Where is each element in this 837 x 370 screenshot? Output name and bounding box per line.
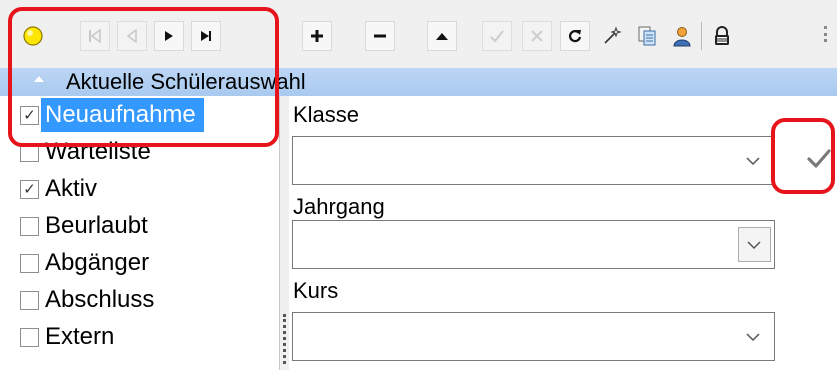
lock-icon (715, 26, 729, 45)
refresh-icon (568, 30, 582, 43)
status-item-extern[interactable]: Extern (20, 320, 122, 354)
chevron-down-icon (747, 241, 761, 250)
jahrgang-label: Jahrgang (293, 194, 385, 219)
last-record-button[interactable] (191, 21, 221, 51)
panel-header[interactable]: Aktuelle Schülerauswahl (0, 68, 837, 96)
status-item-label: Beurlaubt (45, 212, 148, 239)
user-button[interactable] (667, 21, 697, 51)
edit-record-button[interactable] (427, 21, 457, 51)
status-list: ✓ Neuaufnahme Warteliste ✓ Aktiv Beurlau… (0, 96, 280, 370)
kurs-combobox[interactable] (292, 312, 775, 361)
add-record-icon (311, 30, 323, 42)
checkbox[interactable]: ✓ (20, 105, 39, 125)
checkbox[interactable] (20, 253, 39, 273)
checkmark-icon (807, 149, 831, 168)
copy-icon (638, 26, 656, 46)
status-item-aktiv[interactable]: ✓ Aktiv (20, 172, 105, 206)
checkbox[interactable] (20, 327, 39, 347)
first-record-icon (89, 28, 101, 44)
next-record-icon (165, 31, 173, 41)
edit-record-icon (436, 33, 448, 40)
delete-record-icon (374, 34, 386, 38)
previous-record-icon (126, 28, 137, 44)
status-item-abschluss[interactable]: Abschluss (20, 283, 162, 317)
checkbox[interactable]: ✓ (20, 179, 39, 199)
divider (279, 96, 280, 370)
checkbox[interactable] (20, 290, 39, 310)
delete-record-button[interactable] (365, 21, 395, 51)
kurs-label: Kurs (293, 278, 339, 303)
panel-splitter[interactable] (281, 96, 289, 370)
status-item-neuaufnahme[interactable]: ✓ Neuaufnahme (20, 98, 204, 132)
chevron-down-icon[interactable] (744, 152, 762, 170)
apply-filter-button[interactable] (802, 138, 836, 180)
last-record-icon (201, 31, 211, 41)
user-icon (673, 27, 691, 47)
refresh-button[interactable] (560, 21, 590, 51)
checkbox[interactable] (20, 142, 39, 162)
toolbar-separator (701, 22, 702, 50)
post-edit-icon (490, 30, 504, 43)
post-edit-button[interactable] (482, 21, 512, 51)
status-item-label: Warteliste (45, 138, 151, 165)
status-item-label: Extern (45, 323, 115, 350)
copy-button[interactable] (632, 21, 662, 51)
jahrgang-combobox[interactable] (292, 220, 775, 269)
magic-wand-icon (604, 26, 622, 44)
toolbar (0, 0, 837, 68)
status-item-label: Neuaufnahme (41, 98, 204, 132)
dropdown-button[interactable] (738, 227, 771, 262)
status-item-label: Aktiv (45, 175, 98, 202)
klasse-combobox[interactable] (292, 136, 775, 185)
status-item-warteliste[interactable]: Warteliste (20, 135, 159, 169)
chevron-down-icon[interactable] (744, 328, 762, 346)
panel-title: Aktuelle Schülerauswahl (66, 69, 306, 94)
cancel-edit-icon (531, 30, 543, 42)
previous-record-button[interactable] (117, 21, 147, 51)
toolbar-grip[interactable] (824, 26, 827, 42)
cancel-edit-button[interactable] (522, 21, 552, 51)
klasse-label: Klasse (293, 102, 360, 127)
status-indicator-icon (18, 21, 48, 51)
status-item-abgaenger[interactable]: Abgänger (20, 246, 157, 280)
next-record-button[interactable] (154, 21, 184, 51)
first-record-button[interactable] (80, 21, 110, 51)
magic-wand-button[interactable] (597, 21, 627, 51)
collapse-arrow-icon[interactable] (34, 76, 44, 82)
lock-button[interactable] (707, 21, 737, 51)
status-item-beurlaubt[interactable]: Beurlaubt (20, 209, 156, 243)
status-item-label: Abgänger (45, 249, 150, 276)
splitter-grip[interactable] (283, 314, 286, 364)
checkbox[interactable] (20, 216, 39, 236)
status-item-label: Abschluss (45, 286, 155, 313)
add-record-button[interactable] (302, 21, 332, 51)
